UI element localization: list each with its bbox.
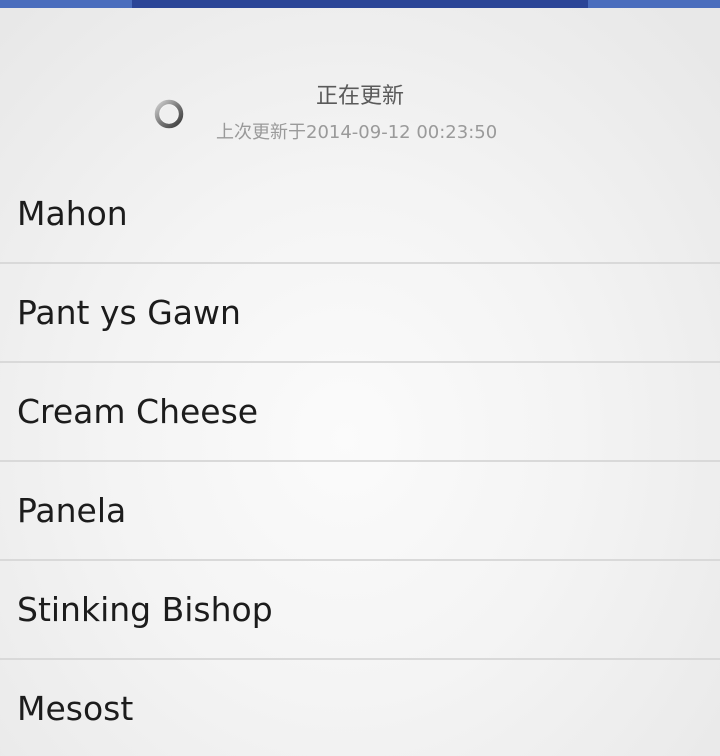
list-item[interactable]: Pant ys Gawn	[0, 264, 720, 363]
list-item[interactable]: Mahon	[0, 165, 720, 264]
top-progress-bar	[0, 0, 720, 8]
list-item[interactable]: Stinking Bishop	[0, 561, 720, 660]
list-item-label: Stinking Bishop	[17, 590, 273, 629]
pull-to-refresh-header: 正在更新 上次更新于2014-09-12 00:23:50	[0, 8, 720, 165]
last-updated-time: 上次更新于2014-09-12 00:23:50	[216, 122, 498, 143]
list-item-label: Mesost	[17, 689, 134, 728]
list-item[interactable]: Mesost	[0, 660, 720, 756]
list-item-label: Cream Cheese	[17, 392, 259, 431]
list-item-label: Pant ys Gawn	[17, 293, 241, 332]
list-item[interactable]: Panela	[0, 462, 720, 561]
list-item[interactable]: Cream Cheese	[0, 363, 720, 462]
list-item-label: Mahon	[17, 194, 128, 233]
top-progress-bar-segment	[132, 0, 588, 8]
cheese-list: Mahon Pant ys Gawn Cream Cheese Panela S…	[0, 165, 720, 756]
list-item-label: Panela	[17, 491, 127, 530]
refresh-status-title: 正在更新	[315, 84, 404, 109]
